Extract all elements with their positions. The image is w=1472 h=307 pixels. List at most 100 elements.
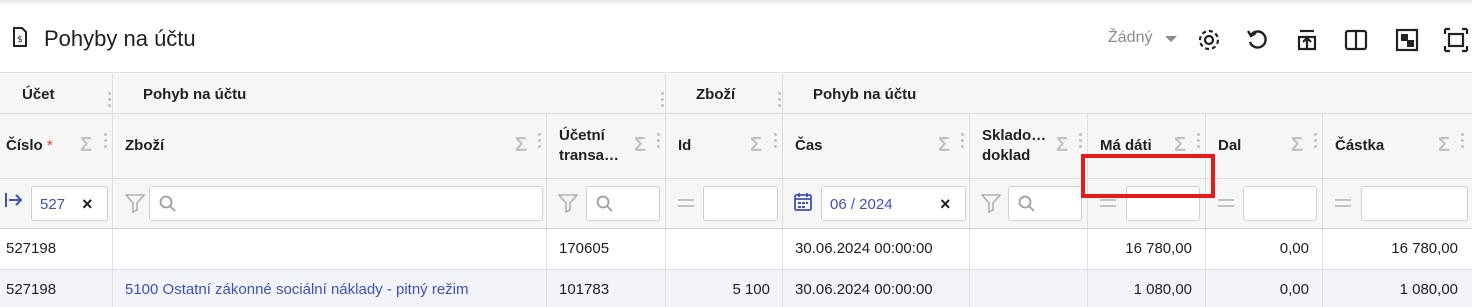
cell-dal[interactable]: 0,00	[1206, 229, 1323, 269]
fullscreen-icon[interactable]	[1443, 27, 1469, 53]
filter-input-cas[interactable]: 06 / 2024 ×	[821, 186, 966, 221]
clear-filter-icon[interactable]: ×	[940, 194, 951, 215]
starts-with-icon[interactable]	[5, 192, 23, 212]
frame-icon[interactable]	[1394, 27, 1420, 53]
cell-castka[interactable]: 16 780,00	[1323, 229, 1472, 269]
column-header-zbozi[interactable]: Zboží Σ	[113, 114, 547, 178]
filter-funnel-icon[interactable]	[557, 193, 579, 217]
equals-operator-icon[interactable]	[1100, 199, 1116, 209]
cell-value: 1 080,00	[1399, 281, 1458, 298]
cell-ma-dati[interactable]: 1 080,00	[1088, 270, 1206, 307]
filter-cell-skladovy-doklad	[970, 179, 1088, 228]
column-label: Částka	[1335, 137, 1385, 154]
group-header-ucet[interactable]: Účet	[0, 74, 113, 113]
cell-zbozi[interactable]	[113, 229, 547, 269]
column-menu-icon[interactable]	[774, 133, 778, 153]
column-menu-icon[interactable]	[961, 133, 965, 153]
cell-value: 5 100	[732, 281, 770, 298]
column-label: Id	[678, 137, 692, 154]
table-row[interactable]: 527198 5100 Ostatní zákonné sociální nák…	[0, 270, 1472, 307]
column-header-skladovy-doklad[interactable]: Sklado… doklad Σ	[970, 114, 1088, 178]
column-header-ucetni-transakce[interactable]: Účetní transa… Σ	[547, 114, 666, 178]
group-header-pohyb[interactable]: Pohyb na účtu	[113, 74, 666, 113]
column-menu-icon[interactable]	[1314, 133, 1318, 153]
search-icon	[596, 195, 613, 216]
column-header-castka[interactable]: Částka Σ	[1323, 114, 1472, 178]
sum-icon[interactable]: Σ	[750, 134, 762, 157]
column-label: Sklado… doklad	[982, 127, 1047, 164]
column-menu-icon[interactable]	[1197, 133, 1201, 153]
filter-input-dal[interactable]	[1243, 186, 1317, 221]
filter-cell-dal	[1206, 179, 1323, 228]
search-icon	[1018, 195, 1035, 216]
cell-value: 101783	[559, 281, 610, 298]
sum-icon[interactable]: Σ	[515, 134, 527, 157]
filter-input-ucetni-transakce[interactable]	[586, 186, 660, 221]
group-label: Účet	[22, 86, 55, 103]
cell-value: 30.06.2024 00:00:00	[795, 240, 933, 257]
sum-icon[interactable]: Σ	[634, 134, 646, 157]
equals-operator-icon[interactable]	[678, 199, 694, 209]
view-select[interactable]: Žádný	[1108, 29, 1152, 47]
column-menu-icon[interactable]	[538, 133, 542, 153]
sum-icon[interactable]: Σ	[938, 134, 950, 157]
column-menu-icon[interactable]	[657, 133, 661, 153]
export-upload-icon[interactable]	[1294, 27, 1320, 53]
filter-input-skladovy-doklad[interactable]	[1008, 186, 1082, 221]
group-header-pohyb-2[interactable]: Pohyb na účtu	[783, 74, 1472, 113]
column-menu-icon[interactable]	[1079, 133, 1083, 153]
cell-castka[interactable]: 1 080,00	[1323, 270, 1472, 307]
cell-skladovy-doklad[interactable]	[970, 270, 1088, 307]
table-row[interactable]: 527198 170605 30.06.2024 00:00:00 16 780…	[0, 229, 1472, 270]
filter-input-cislo[interactable]: 527 ×	[31, 186, 108, 221]
cell-dal[interactable]: 0,00	[1206, 270, 1323, 307]
column-label: Číslo	[6, 137, 43, 154]
cell-ma-dati[interactable]: 16 780,00	[1088, 229, 1206, 269]
filter-cell-castka	[1323, 179, 1472, 228]
cell-cislo[interactable]: 527198	[0, 270, 113, 307]
chevron-down-icon[interactable]	[1165, 36, 1177, 42]
filter-funnel-icon[interactable]	[980, 193, 1002, 217]
filter-input-zbozi[interactable]	[149, 186, 543, 221]
sum-icon[interactable]: Σ	[1438, 134, 1450, 157]
column-header-dal[interactable]: Dal Σ	[1206, 114, 1323, 178]
sum-icon[interactable]: Σ	[1291, 134, 1303, 157]
filter-funnel-icon[interactable]	[124, 193, 146, 217]
cell-zbozi[interactable]: 5100 Ostatní zákonné sociální náklady - …	[113, 270, 547, 307]
cell-cas[interactable]: 30.06.2024 00:00:00	[783, 229, 970, 269]
split-columns-icon[interactable]	[1343, 27, 1369, 53]
grip-handle-icon[interactable]	[108, 92, 112, 112]
cell-value: 16 780,00	[1125, 240, 1192, 257]
grip-handle-icon[interactable]	[661, 92, 665, 112]
cell-ucetni-transakce[interactable]: 101783	[547, 270, 666, 307]
equals-operator-icon[interactable]	[1335, 199, 1351, 209]
cell-value[interactable]: 5100 Ostatní zákonné sociální náklady - …	[125, 281, 469, 298]
cell-cas[interactable]: 30.06.2024 00:00:00	[783, 270, 970, 307]
column-header-id[interactable]: Id Σ	[666, 114, 783, 178]
undo-reset-icon[interactable]	[1245, 27, 1271, 53]
calendar-icon[interactable]	[794, 192, 812, 215]
column-menu-icon[interactable]	[1461, 133, 1465, 153]
column-menu-icon[interactable]	[104, 133, 108, 153]
cell-id[interactable]	[666, 229, 783, 269]
cell-skladovy-doklad[interactable]	[970, 229, 1088, 269]
settings-gear-icon[interactable]	[1196, 27, 1222, 53]
filter-input-castka[interactable]	[1361, 186, 1468, 221]
sum-icon[interactable]: Σ	[1056, 134, 1068, 157]
column-header-cas[interactable]: Čas Σ	[783, 114, 970, 178]
filter-cell-cislo: 527 ×	[0, 179, 113, 228]
clear-filter-icon[interactable]: ×	[82, 194, 93, 215]
grip-handle-icon[interactable]	[778, 92, 782, 112]
page-title: Pohyby na účtu	[44, 26, 196, 51]
cell-id[interactable]: 5 100	[666, 270, 783, 307]
equals-operator-icon[interactable]	[1218, 199, 1234, 209]
svg-text:$: $	[17, 35, 23, 45]
group-header-zbozi[interactable]: Zboží	[666, 74, 783, 113]
group-label: Pohyb na účtu	[813, 86, 917, 103]
sum-icon[interactable]: Σ	[80, 134, 92, 157]
column-header-cislo[interactable]: Číslo * Σ	[0, 114, 113, 178]
cell-cislo[interactable]: 527198	[0, 229, 113, 269]
cell-ucetni-transakce[interactable]: 170605	[547, 229, 666, 269]
column-label: Účetní transa…	[559, 127, 620, 164]
filter-input-id[interactable]	[703, 186, 778, 221]
